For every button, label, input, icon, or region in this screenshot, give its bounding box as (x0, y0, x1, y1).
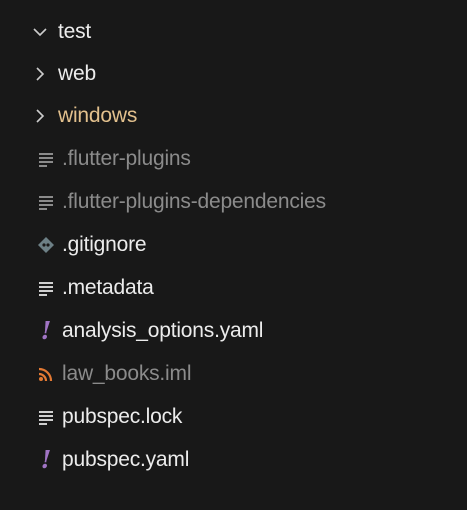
tree-item-file[interactable]: pubspec.lock (0, 396, 467, 438)
tree-item-label: .flutter-plugins-dependencies (62, 190, 326, 213)
tree-item-label: test (58, 20, 92, 43)
tree-item-web-folder[interactable]: web (0, 53, 467, 95)
yaml-exclamation-icon: ! (40, 316, 52, 345)
chevron-right-icon[interactable] (30, 64, 50, 84)
tree-item-file[interactable]: .metadata (0, 267, 467, 309)
tree-item-label: law_books.iml (62, 362, 192, 385)
tree-item-file[interactable]: law_books.iml (0, 353, 467, 395)
rss-icon (36, 364, 56, 384)
tree-item-file[interactable]: ! analysis_options.yaml (0, 310, 467, 352)
text-lines-icon (36, 149, 56, 169)
tree-item-label: .metadata (62, 276, 154, 299)
tree-item-label: windows (58, 104, 138, 127)
chevron-down-icon[interactable] (30, 22, 50, 42)
yaml-exclamation-icon: ! (40, 445, 52, 474)
text-lines-icon (36, 407, 56, 427)
text-lines-icon (36, 278, 56, 298)
tree-item-label: analysis_options.yaml (62, 319, 264, 342)
tree-item-test-folder[interactable]: test (0, 11, 467, 53)
tree-item-file[interactable]: ! pubspec.yaml (0, 439, 467, 481)
text-lines-icon (36, 192, 56, 212)
file-explorer-tree: test web windows .flutter-plugins .flutt… (0, 0, 467, 510)
tree-item-label: .gitignore (62, 233, 147, 256)
tree-item-windows-folder[interactable]: windows (0, 95, 467, 137)
tree-item-file[interactable]: .flutter-plugins-dependencies (0, 181, 467, 223)
tree-item-label: .flutter-plugins (62, 147, 191, 170)
tree-item-label: pubspec.yaml (62, 448, 190, 471)
git-diamond-icon (36, 235, 56, 255)
tree-item-label: pubspec.lock (62, 405, 183, 428)
tree-item-label: web (58, 62, 96, 85)
tree-item-file[interactable]: .flutter-plugins (0, 138, 467, 180)
chevron-right-icon[interactable] (30, 106, 50, 126)
tree-item-file[interactable]: .gitignore (0, 224, 467, 266)
